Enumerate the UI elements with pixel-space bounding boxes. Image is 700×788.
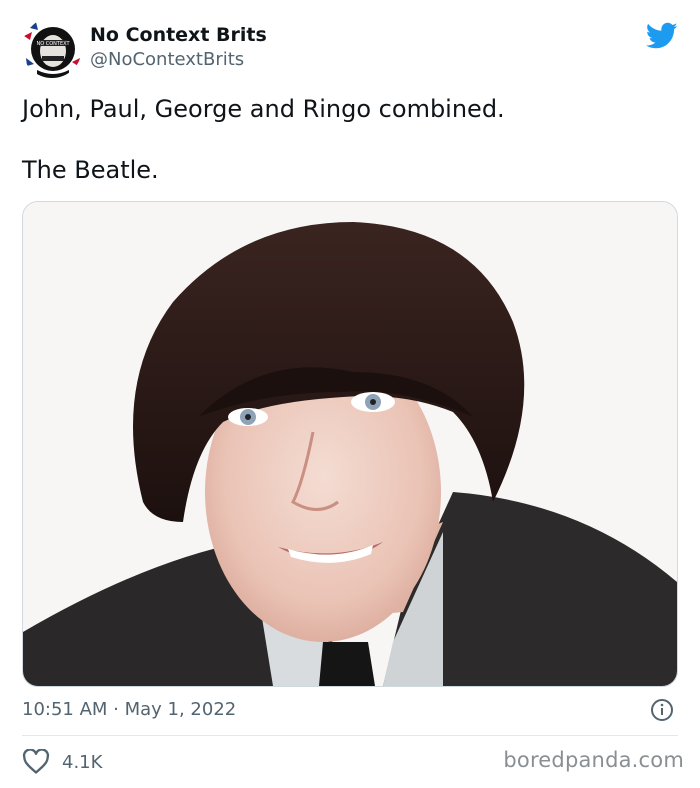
divider bbox=[22, 735, 678, 736]
tweet-footer: 4.1K boredpanda.com bbox=[22, 746, 684, 778]
tweet-line: The Beatle. bbox=[22, 156, 159, 184]
tweet-line: John, Paul, George and Ringo combined. bbox=[22, 95, 505, 123]
heart-icon bbox=[22, 748, 50, 775]
avatar[interactable]: NO CONTEXT bbox=[22, 18, 82, 78]
like-count: 4.1K bbox=[62, 751, 103, 773]
author-names: No Context Brits @NoContextBrits bbox=[90, 23, 267, 72]
tweet-text: John, Paul, George and Ringo combined. T… bbox=[22, 92, 672, 187]
timestamp[interactable]: 10:51 AM · May 1, 2022 bbox=[22, 699, 236, 720]
watermark: boredpanda.com bbox=[503, 748, 684, 772]
tweet-header: NO CONTEXT No Context Brits @NoContextBr… bbox=[22, 18, 678, 80]
like-button[interactable]: 4.1K bbox=[22, 746, 102, 778]
handle[interactable]: @NoContextBrits bbox=[90, 48, 267, 72]
tweet-meta: 10:51 AM · May 1, 2022 bbox=[22, 695, 678, 725]
info-icon[interactable] bbox=[650, 698, 674, 722]
tweet-photo[interactable] bbox=[22, 201, 678, 687]
twitter-bird-icon[interactable] bbox=[645, 22, 678, 50]
svg-text:NO CONTEXT: NO CONTEXT bbox=[36, 41, 70, 47]
display-name[interactable]: No Context Brits bbox=[90, 23, 267, 47]
